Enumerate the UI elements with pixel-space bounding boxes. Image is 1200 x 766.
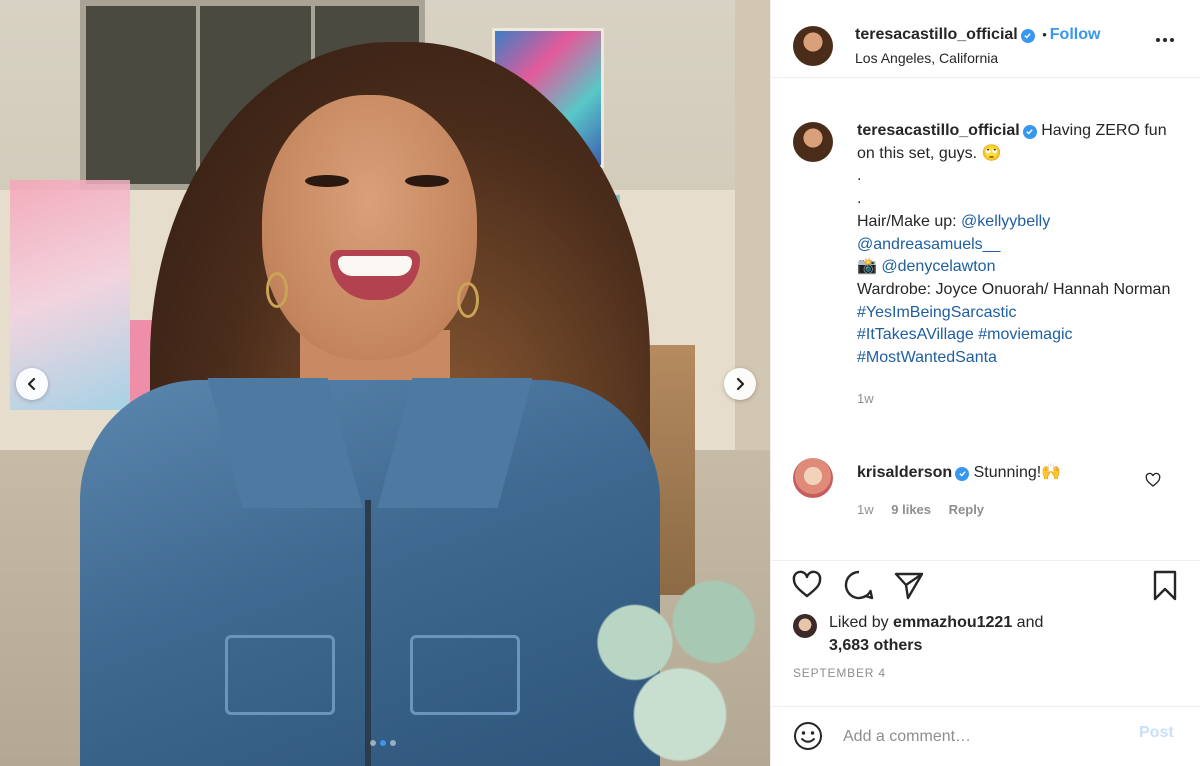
verified-badge-icon xyxy=(1020,28,1035,43)
caption-dot: . xyxy=(857,167,862,185)
jacket-zipper xyxy=(365,500,371,766)
comment-like-heart-icon[interactable] xyxy=(1145,472,1161,488)
next-slide-button[interactable] xyxy=(724,368,756,400)
slide-dot-active xyxy=(380,740,386,746)
caption-body: teresacastillo_official Having ZERO fun … xyxy=(857,120,1177,410)
reply-button[interactable]: Reply xyxy=(949,502,984,517)
comment-timestamp[interactable]: 1w xyxy=(857,502,874,517)
liked-by-label: Liked by xyxy=(829,614,889,631)
foreground-plant xyxy=(545,560,770,766)
post-comment-button[interactable]: Post xyxy=(1139,724,1174,742)
more-options-icon[interactable] xyxy=(1156,34,1180,46)
earring-left xyxy=(266,272,288,308)
mention-kellyybelly[interactable]: @kellyybelly xyxy=(961,213,1050,230)
commenter-username[interactable]: krisalderson xyxy=(857,464,952,481)
post-date[interactable]: SEPTEMBER 4 xyxy=(793,666,886,680)
hashtag-yesimbeingsarcastic[interactable]: #YesImBeingSarcastic xyxy=(857,304,1017,321)
liker-avatar[interactable] xyxy=(793,614,817,638)
caption-username[interactable]: teresacastillo_official xyxy=(857,122,1020,139)
chevron-left-icon xyxy=(27,377,36,391)
verified-badge-icon xyxy=(955,466,970,481)
slide-dot xyxy=(390,740,396,746)
previous-slide-button[interactable] xyxy=(16,368,48,400)
author-avatar[interactable] xyxy=(793,26,833,66)
hair-makeup-label: Hair/Make up: xyxy=(857,212,957,230)
verified-badge-icon xyxy=(1022,124,1037,139)
slide-dot xyxy=(370,740,376,746)
hashtag-moviemagic[interactable]: #moviemagic xyxy=(978,326,1072,343)
post-location[interactable]: Los Angeles, California xyxy=(855,50,998,66)
jacket-pocket-right xyxy=(410,635,520,715)
wardrobe-credit: Wardrobe: Joyce Onuorah/ Hannah Norman xyxy=(857,280,1171,298)
eye-roll-emoji: 🙄 xyxy=(981,144,1002,162)
liker-username[interactable]: emmazhou1221 xyxy=(893,614,1012,631)
add-comment-bar: Post xyxy=(771,706,1200,766)
chevron-right-icon xyxy=(736,377,745,391)
heart-icon[interactable] xyxy=(791,569,823,601)
bookmark-icon[interactable] xyxy=(1149,569,1181,601)
camera-emoji: 📸 xyxy=(857,258,877,276)
header-separator: • xyxy=(1042,27,1047,42)
smiley-icon[interactable] xyxy=(793,721,823,751)
hashtag-ittakesavillage[interactable]: #ItTakesAVillage xyxy=(857,326,974,343)
likes-and: and xyxy=(1016,614,1044,631)
post-actions-bar xyxy=(771,560,1200,608)
slide-indicator xyxy=(370,740,396,746)
post-header: teresacastillo_official • Follow Los Ange… xyxy=(771,0,1200,78)
comment-input[interactable] xyxy=(843,722,1123,752)
caption-timestamp[interactable]: 1w xyxy=(857,388,1177,411)
hashtag-mostwantedsanta[interactable]: #MostWantedSanta xyxy=(857,349,997,366)
comment-text: Stunning! xyxy=(973,464,1042,481)
comment-item: krisalderson Stunning!🙌 1w 9 likes Reply xyxy=(793,458,1183,528)
subject-smile xyxy=(338,256,412,276)
mention-andreasamuels[interactable]: @andreasamuels__ xyxy=(857,236,1000,253)
likes-summary: Liked by emmazhou1221 and 3,683 others xyxy=(793,612,1183,657)
author-username[interactable]: teresacastillo_official xyxy=(855,26,1018,43)
comment-likes[interactable]: 9 likes xyxy=(891,502,931,517)
subject-eye-left xyxy=(305,175,349,187)
comment-icon[interactable] xyxy=(843,569,875,601)
jacket-pocket-left xyxy=(225,635,335,715)
caption-avatar[interactable] xyxy=(793,122,833,162)
commenter-avatar[interactable] xyxy=(793,458,833,498)
share-icon[interactable] xyxy=(893,569,925,601)
earring-right xyxy=(457,282,479,318)
post-photo[interactable] xyxy=(0,0,770,766)
subject-eye-right xyxy=(405,175,449,187)
mention-denycelawton[interactable]: @denycelawton xyxy=(881,258,995,275)
caption-dot: . xyxy=(857,190,862,208)
subject-face xyxy=(262,95,477,360)
post-side-panel: teresacastillo_official • Follow Los Ange… xyxy=(770,0,1200,766)
follow-button[interactable]: Follow xyxy=(1050,26,1101,43)
likes-others-count[interactable]: 3,683 others xyxy=(829,637,922,654)
raising-hands-emoji: 🙌 xyxy=(1041,464,1062,481)
